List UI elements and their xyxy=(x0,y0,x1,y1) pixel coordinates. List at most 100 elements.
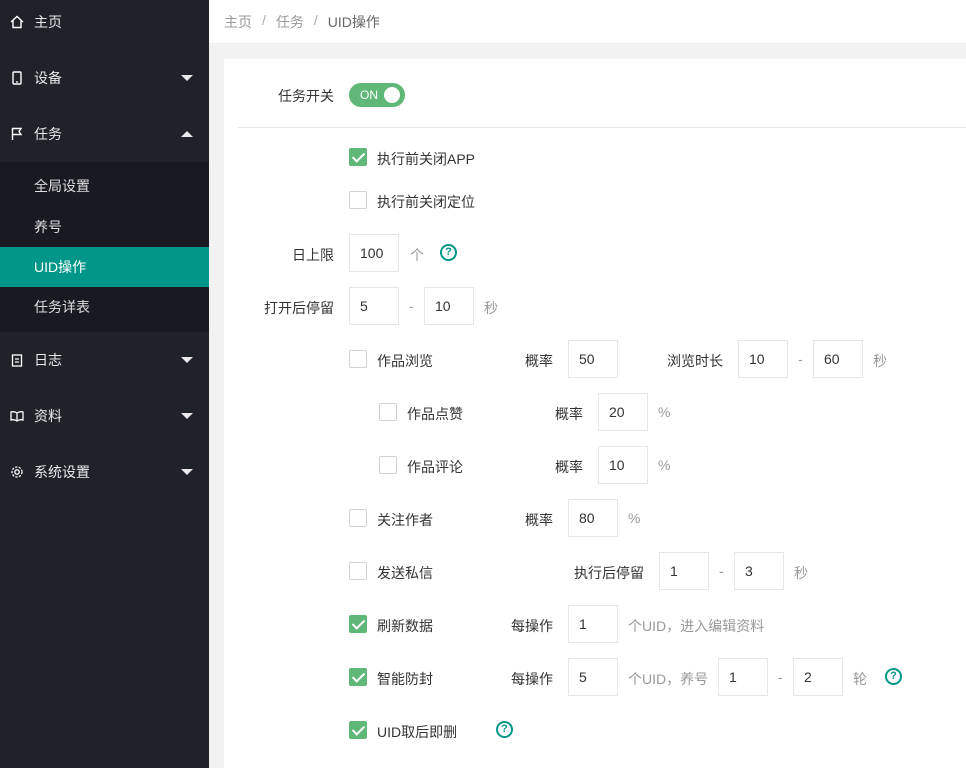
sidebar-item-task-details[interactable]: 任务详表 xyxy=(0,287,209,327)
stay-min-input[interactable]: 5 xyxy=(349,287,399,325)
task-switch-label: 任务开关 xyxy=(278,88,334,104)
help-icon[interactable]: ? xyxy=(440,244,457,261)
send-dm-label: 发送私信 xyxy=(377,565,433,581)
nav-label: 日志 xyxy=(34,352,62,368)
dm-stay-unit: 秒 xyxy=(794,565,808,581)
divider xyxy=(238,127,966,128)
percent-unit: % xyxy=(628,510,641,526)
probability-label: 概率 xyxy=(525,512,553,528)
comment-works-label: 作品评论 xyxy=(407,459,463,475)
comment-works-checkbox[interactable] xyxy=(379,456,397,474)
sub-item-label: 养号 xyxy=(34,219,62,235)
browse-duration-label: 浏览时长 xyxy=(667,353,723,369)
per-operation-label: 每操作 xyxy=(511,618,553,634)
follow-probability-input[interactable]: 80 xyxy=(568,499,618,537)
dm-stay-min-input[interactable]: 1 xyxy=(659,552,709,590)
anti-ban-rounds-min-input[interactable]: 1 xyxy=(718,658,768,696)
daily-limit-input[interactable]: 100 xyxy=(349,234,399,272)
stay-max-input[interactable]: 10 xyxy=(424,287,474,325)
anti-ban-checkbox[interactable] xyxy=(349,668,367,686)
daily-limit-label: 日上限 xyxy=(292,247,334,263)
stay-label: 打开后停留 xyxy=(264,300,334,316)
probability-label: 概率 xyxy=(555,459,583,475)
nav-item-material[interactable]: 资料 xyxy=(0,388,209,444)
task-switch-toggle[interactable]: ON xyxy=(349,83,405,107)
range-dash: - xyxy=(778,669,783,685)
task-submenu: 全局设置 养号 UID操作 任务详表 xyxy=(0,162,209,332)
close-location-checkbox[interactable] xyxy=(349,191,367,209)
browse-works-label: 作品浏览 xyxy=(377,353,433,369)
breadcrumb-home[interactable]: 主页 xyxy=(224,12,252,32)
browse-duration-unit: 秒 xyxy=(873,353,887,369)
chevron-up-icon xyxy=(181,131,193,137)
browse-probability-input[interactable]: 50 xyxy=(568,340,618,378)
home-icon xyxy=(10,15,24,29)
anti-ban-count-input[interactable]: 5 xyxy=(568,658,618,696)
range-dash: - xyxy=(798,351,803,367)
dm-stay-max-input[interactable]: 3 xyxy=(734,552,784,590)
anti-ban-rounds-max-input[interactable]: 2 xyxy=(793,658,843,696)
nav-item-task[interactable]: 任务 xyxy=(0,106,209,162)
help-icon[interactable]: ? xyxy=(496,721,513,738)
help-icon[interactable]: ? xyxy=(885,668,902,685)
refresh-count-input[interactable]: 1 xyxy=(568,605,618,643)
comment-probability-input[interactable]: 10 xyxy=(598,446,648,484)
uid-delete-label: UID取后即删 xyxy=(377,724,458,740)
nav-item-home[interactable]: 主页 xyxy=(0,0,209,50)
browse-duration-min-input[interactable]: 10 xyxy=(738,340,788,378)
nav-item-device[interactable]: 设备 xyxy=(0,50,209,106)
refresh-data-checkbox[interactable] xyxy=(349,615,367,633)
like-probability-input[interactable]: 20 xyxy=(598,393,648,431)
percent-unit: % xyxy=(658,404,671,420)
daily-limit-unit: 个 xyxy=(410,247,424,263)
sidebar-item-uid-operation[interactable]: UID操作 xyxy=(0,247,209,287)
nav-label: 系统设置 xyxy=(34,464,90,480)
chevron-down-icon xyxy=(181,357,193,363)
sub-item-label: 任务详表 xyxy=(34,299,90,315)
after-stay-label: 执行后停留 xyxy=(574,565,644,581)
nav-label: 任务 xyxy=(34,126,62,142)
uid-delete-checkbox[interactable] xyxy=(349,721,367,739)
top-header: 主页 / 任务 / UID操作 xyxy=(209,0,966,44)
breadcrumb-current: UID操作 xyxy=(327,14,380,30)
like-works-label: 作品点赞 xyxy=(407,406,463,422)
sidebar: 主页 设备 任务 全局设置 养号 UID操作 任务详表 日志 资料 系统设置 xyxy=(0,0,209,768)
toggle-knob xyxy=(384,87,400,103)
follow-author-checkbox[interactable] xyxy=(349,509,367,527)
nav-label: 设备 xyxy=(34,70,62,86)
breadcrumb: 主页 / 任务 / UID操作 xyxy=(224,12,380,32)
probability-label: 概率 xyxy=(525,353,553,369)
breadcrumb-task[interactable]: 任务 xyxy=(276,12,304,32)
rounds-unit: 轮 xyxy=(853,671,867,687)
refresh-data-label: 刷新数据 xyxy=(377,618,433,634)
sub-item-label: UID操作 xyxy=(34,259,87,275)
stay-unit: 秒 xyxy=(484,300,498,316)
nav-label: 资料 xyxy=(34,408,62,424)
clipboard-icon xyxy=(10,353,24,367)
browse-works-checkbox[interactable] xyxy=(349,350,367,368)
sub-item-label: 全局设置 xyxy=(34,178,90,194)
flag-icon xyxy=(10,127,24,141)
phone-icon xyxy=(10,71,24,85)
refresh-suffix: 个UID，进入编辑资料 xyxy=(628,618,765,634)
nav-item-log[interactable]: 日志 xyxy=(0,332,209,388)
range-dash: - xyxy=(719,563,724,579)
gear-icon xyxy=(10,465,24,479)
sidebar-item-raise-account[interactable]: 养号 xyxy=(0,207,209,247)
anti-ban-suffix: 个UID，养号 xyxy=(628,671,709,687)
chevron-down-icon xyxy=(181,413,193,419)
per-operation-label: 每操作 xyxy=(511,671,553,687)
nav-label: 主页 xyxy=(34,14,62,30)
close-location-label: 执行前关闭定位 xyxy=(377,194,475,210)
like-works-checkbox[interactable] xyxy=(379,403,397,421)
close-app-label: 执行前关闭APP xyxy=(377,151,476,167)
chevron-down-icon xyxy=(181,75,193,81)
nav-item-system-settings[interactable]: 系统设置 xyxy=(0,444,209,500)
close-app-checkbox[interactable] xyxy=(349,148,367,166)
send-dm-checkbox[interactable] xyxy=(349,562,367,580)
probability-label: 概率 xyxy=(555,406,583,422)
sidebar-item-global-settings[interactable]: 全局设置 xyxy=(0,166,209,206)
book-icon xyxy=(10,409,24,423)
anti-ban-label: 智能防封 xyxy=(377,671,433,687)
browse-duration-max-input[interactable]: 60 xyxy=(813,340,863,378)
